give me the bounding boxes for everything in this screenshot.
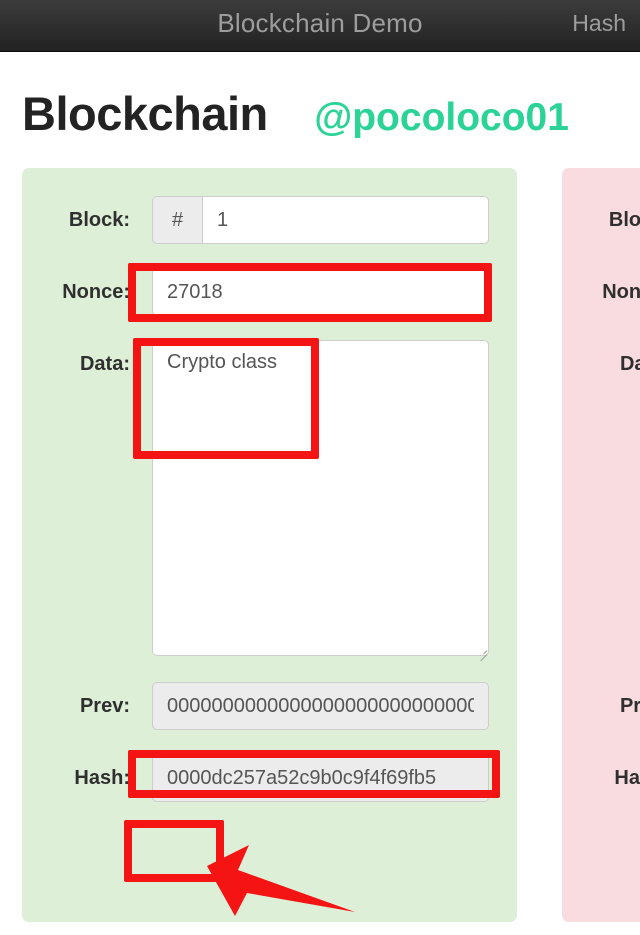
prev-label-2: Prev: [619,695,640,717]
top-navbar: Blockchain Demo Hash [0,0,640,52]
block-label-2: Block: [608,209,640,231]
nonce-label: Nonce: [62,281,130,303]
block-panel-2: Block: Nonce: Data: Prev: Hash: [562,168,640,922]
data-row-2: Data: [562,340,640,656]
hash-row: Hash: [22,754,517,802]
prev-field-area [152,682,489,730]
nonce-input[interactable] [152,268,489,316]
data-row: Data: [22,340,517,662]
nonce-row: Nonce: [22,268,517,316]
hash-input[interactable] [152,754,489,802]
app-root: Blockchain Demo Hash Blockchain @pocoloc… [0,0,640,935]
block-number-input[interactable] [202,196,489,244]
hash-sign-icon: # [152,196,202,244]
user-handle: @pocoloco01 [314,96,569,139]
block-number-row: Block: # [22,196,517,244]
prev-hash-row: Prev: [22,682,517,730]
navbar-brand[interactable]: Blockchain Demo [0,0,640,52]
prev-hash-row-2: Prev: [562,682,640,730]
block-number-row-2: Block: [562,196,640,244]
prev-hash-input[interactable] [152,682,489,730]
hash-label-2: Hash: [614,767,640,789]
hash-label: Hash: [74,767,130,789]
prev-label: Prev: [79,695,130,717]
block-panel-1: Block: # Nonce: Data: [22,168,517,922]
nonce-label-2: Nonce: [602,281,640,303]
data-label-2: Data: [619,353,640,375]
nav-link-hash[interactable]: Hash [572,0,626,52]
hash-field-area [152,754,489,802]
data-textarea[interactable] [152,340,489,656]
block-field-area: # [152,196,489,244]
block-label: Block: [68,209,130,231]
nonce-field-area [152,268,489,316]
data-label: Data: [79,353,130,375]
page-title: Blockchain [22,87,268,140]
nonce-row-2: Nonce: [562,268,640,316]
page-heading: Blockchain @pocoloco01 [22,86,622,148]
block-input-group: # [152,196,489,244]
data-field-area [152,340,489,662]
hash-row-2: Hash: [562,754,640,802]
